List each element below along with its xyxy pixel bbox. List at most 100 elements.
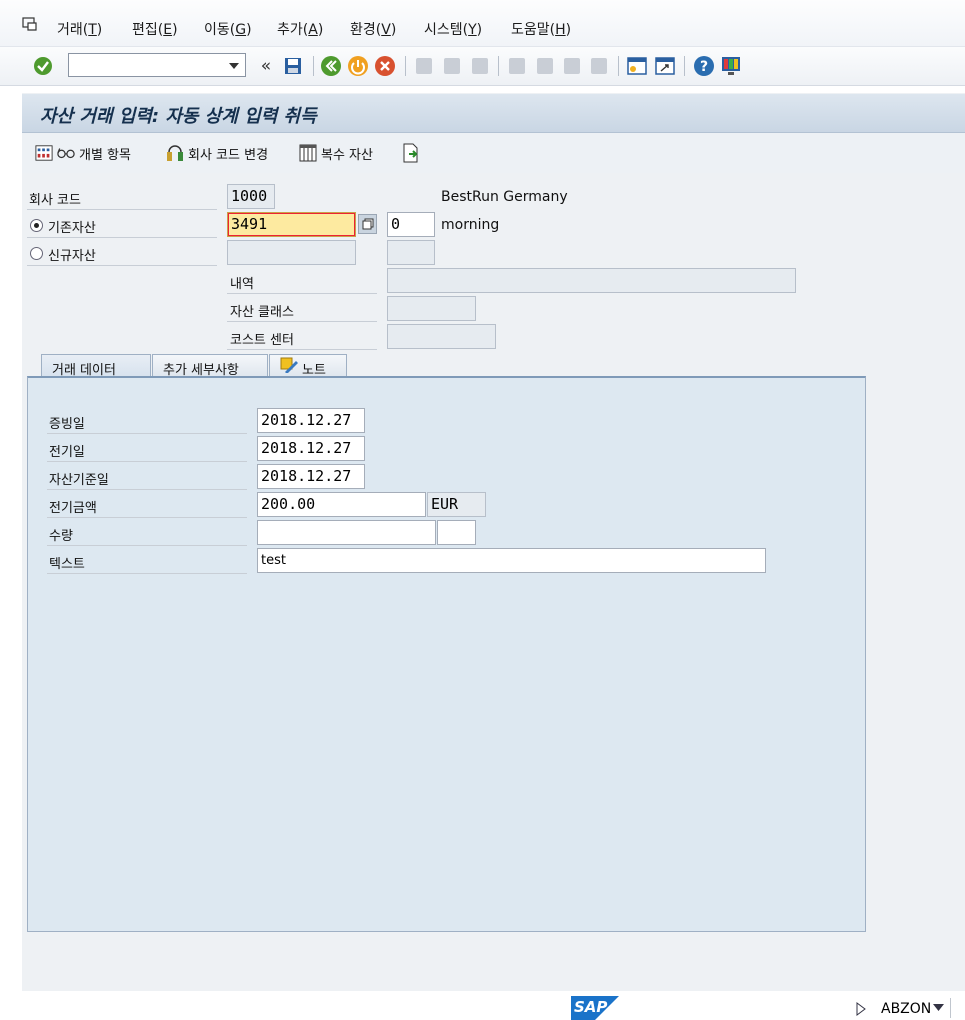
tab-transaction-data[interactable]: 거래 데이터 [41, 354, 151, 378]
company-code-label: 회사 코드 [29, 193, 81, 208]
row-divider [47, 433, 247, 434]
find-next-button[interactable] [469, 55, 491, 77]
menu-environment[interactable]: 환경(V) [350, 19, 396, 39]
print-button[interactable] [413, 55, 435, 77]
tab-note[interactable]: 노트 [269, 354, 347, 378]
new-session-icon [627, 57, 647, 75]
company-code-field: 1000 [227, 184, 275, 209]
row-divider [227, 293, 377, 294]
asset-name: morning [441, 217, 500, 233]
unit-field[interactable] [437, 520, 476, 545]
row-divider [27, 209, 217, 210]
row-divider [227, 349, 377, 350]
menu-extras[interactable]: 추가(A) [277, 19, 323, 39]
application-toolbar [22, 133, 965, 173]
glasses-icon [57, 144, 75, 162]
system-name: ABZON [881, 1001, 932, 1017]
help-button[interactable]: ? [693, 55, 715, 77]
cost-center-label: 코스트 센터 [230, 333, 294, 348]
document-date-field[interactable]: 2018.12.27 [257, 408, 365, 433]
individual-items-label: 개별 항목 [79, 147, 131, 163]
toolbar-separator [405, 56, 406, 76]
copy-icon [362, 218, 373, 230]
check-icon [34, 57, 52, 75]
find-icon [444, 58, 460, 74]
first-page-button[interactable] [506, 55, 528, 77]
last-page-button[interactable] [588, 55, 610, 77]
sub-number-field[interactable]: 0 [387, 212, 435, 237]
description-label: 내역 [230, 277, 254, 292]
find-button[interactable] [441, 55, 463, 77]
cancel-button[interactable] [374, 55, 396, 77]
customize-menu-icon[interactable] [22, 17, 38, 31]
search-help-button[interactable] [358, 214, 377, 234]
chevron-down-icon[interactable] [229, 63, 239, 69]
amount-field[interactable]: 200.00 [257, 492, 426, 517]
row-divider [47, 545, 247, 546]
text-field[interactable]: test [257, 548, 766, 573]
menu-transaction[interactable]: 거래(T) [57, 19, 102, 39]
menu-system[interactable]: 시스템(Y) [424, 19, 482, 39]
menu-goto[interactable]: 이동(G) [204, 19, 252, 39]
asset-number-field[interactable]: 3491 [227, 212, 356, 237]
asset-value-date-field[interactable]: 2018.12.27 [257, 464, 365, 489]
currency-field: EUR [427, 492, 486, 517]
toolbar-separator [498, 56, 499, 76]
back-button[interactable] [320, 55, 342, 77]
individual-items-button[interactable]: 개별 항목 [35, 142, 131, 164]
new-asset-radio[interactable] [30, 247, 43, 260]
help-icon: ? [694, 56, 714, 76]
asset-class-label: 자산 클래스 [230, 305, 294, 320]
shortcut-button[interactable] [654, 55, 676, 77]
note-pencil-icon [280, 357, 298, 373]
customize-layout-button[interactable] [720, 55, 742, 77]
toolbar-separator [684, 56, 685, 76]
save-button[interactable] [282, 55, 304, 77]
tab-additional-details[interactable]: 추가 세부사항 [152, 354, 268, 378]
quantity-field[interactable] [257, 520, 436, 545]
toolbar-separator [313, 56, 314, 76]
existing-asset-radio[interactable] [30, 219, 43, 232]
change-company-code-button[interactable]: 회사 코드 변경 [166, 142, 268, 164]
asset-value-date-label: 자산기준일 [49, 473, 109, 488]
save-icon [285, 58, 301, 74]
line-items-icon [35, 144, 53, 162]
multiple-assets-button[interactable]: 복수 자산 [299, 142, 373, 164]
status-separator [950, 998, 951, 1018]
tab-panel-transaction-data [27, 376, 866, 932]
quantity-label: 수량 [49, 529, 73, 544]
chevron-down-icon[interactable] [933, 1004, 944, 1012]
export-button[interactable] [402, 142, 420, 164]
row-divider [27, 265, 217, 266]
menu-edit[interactable]: 편집(E) [132, 19, 178, 39]
next-page-icon [564, 58, 580, 74]
next-page-button[interactable] [561, 55, 583, 77]
multiple-assets-label: 복수 자산 [321, 147, 373, 163]
amount-label: 전기금액 [49, 501, 97, 516]
row-divider [47, 517, 247, 518]
document-date-label: 증빙일 [49, 417, 85, 432]
toolbar-separator [618, 56, 619, 76]
back-glyph[interactable]: « [255, 55, 277, 77]
text-label: 텍스트 [49, 557, 85, 572]
new-session-button[interactable] [626, 55, 648, 77]
export-document-icon [402, 143, 420, 163]
exit-button[interactable] [347, 55, 369, 77]
posting-date-field[interactable]: 2018.12.27 [257, 436, 365, 461]
page-title: 자산 거래 입력: 자동 상계 입력 취득 [40, 106, 317, 127]
previous-page-button[interactable] [534, 55, 556, 77]
new-asset-label: 신규자산 [48, 249, 96, 264]
description-field [387, 268, 796, 293]
back-icon [321, 56, 341, 76]
enter-button[interactable] [32, 55, 54, 77]
command-field[interactable] [68, 53, 246, 77]
new-asset-company-field [387, 240, 435, 265]
menu-help[interactable]: 도움말(H) [511, 19, 571, 39]
row-divider [47, 461, 247, 462]
row-divider [227, 321, 377, 322]
company-name: BestRun Germany [441, 189, 568, 205]
status-expand-icon[interactable] [856, 1002, 866, 1016]
row-divider [47, 573, 247, 574]
new-asset-class-field [227, 240, 356, 265]
posting-date-label: 전기일 [49, 445, 85, 460]
